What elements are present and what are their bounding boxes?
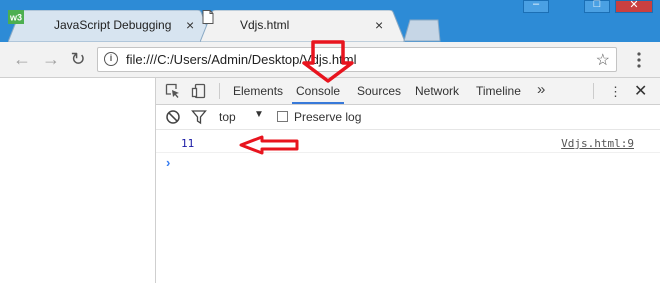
close-icon: ✕ [629,0,639,11]
tab-close-icon[interactable]: × [186,17,194,33]
clear-console-icon[interactable] [165,109,181,125]
console-log-row: 11 Vdjs.html:9 [156,135,660,153]
tab-timeline[interactable]: Timeline [476,84,521,98]
device-toolbar-icon[interactable] [191,83,207,99]
back-button[interactable]: ← [11,49,33,71]
browser-title-bar: w3 JavaScript Debugging × Vdjs.html × – … [0,0,660,42]
minimize-button[interactable]: – [523,0,549,13]
filter-icon[interactable] [191,109,207,125]
tab-sources[interactable]: Sources [357,84,401,98]
w3-schools-icon: w3 [8,10,24,24]
info-icon[interactable]: i [104,52,118,66]
tab-title: Vdjs.html [240,18,290,32]
devtools-close-icon[interactable]: ✕ [634,81,647,101]
active-tab-indicator [292,102,344,104]
preserve-log-checkbox[interactable] [277,111,288,122]
tab-close-icon[interactable]: × [375,17,383,33]
tab-javascript-debugging[interactable]: w3 JavaScript Debugging × [8,10,213,42]
tab-console[interactable]: Console [296,84,340,98]
tab-vdjs-html[interactable]: Vdjs.html × [200,10,405,42]
devtools-tab-bar: Elements Console Sources Network Timelin… [156,78,660,105]
preserve-log-label: Preserve log [294,110,362,124]
browser-menu-icon[interactable] [632,50,646,70]
divider [593,83,594,99]
context-selector[interactable]: top [219,110,236,124]
console-toolbar: top ▼ Preserve log [156,105,660,130]
minimize-icon: – [532,0,540,10]
console-prompt-icon[interactable]: › [166,155,170,170]
restore-icon: □ [593,0,601,10]
restore-button[interactable]: □ [584,0,610,13]
new-tab-button[interactable] [402,18,442,42]
divider [219,83,220,99]
chevron-down-icon[interactable]: ▼ [254,109,264,120]
url-text[interactable]: file:///C:/Users/Admin/Desktop/Vdjs.html [126,52,356,67]
more-tabs-icon[interactable]: » [537,81,545,98]
svg-text:w3: w3 [9,13,22,23]
log-value: 11 [181,137,195,150]
page-content [0,78,155,283]
browser-toolbar: ← → ↻ i file:///C:/Users/Admin/Desktop/V… [0,42,660,78]
devtools-menu-icon[interactable]: ⋮ [609,84,622,100]
tab-title: JavaScript Debugging [54,18,172,32]
tab-network[interactable]: Network [415,84,459,98]
reload-button[interactable]: ↻ [67,49,89,71]
address-bar[interactable]: i file:///C:/Users/Admin/Desktop/Vdjs.ht… [97,47,617,72]
document-icon [202,10,214,24]
log-source-link[interactable]: Vdjs.html:9 [561,137,634,150]
inspect-element-icon[interactable] [165,83,181,99]
close-window-button[interactable]: ✕ [615,0,653,13]
bookmark-star-icon[interactable]: ☆ [596,50,610,70]
forward-button[interactable]: → [40,49,62,71]
devtools-panel: Elements Console Sources Network Timelin… [155,78,660,283]
tab-elements[interactable]: Elements [233,84,283,98]
